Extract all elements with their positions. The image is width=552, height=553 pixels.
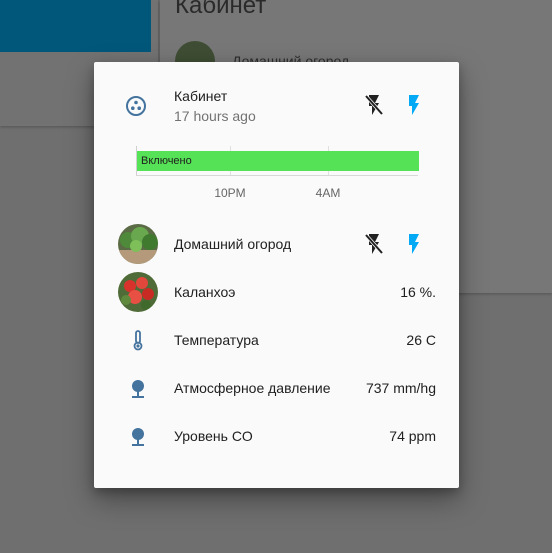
more-info-dialog: Кабинет 17 hours ago Включено 10PM 4AM Д… <box>94 62 459 488</box>
entity-row-garden[interactable]: Домашний огород <box>118 224 436 264</box>
gauge-pin-icon <box>132 428 144 446</box>
entity-value: 26 C <box>406 332 436 348</box>
entity-row-temperature[interactable]: Температура 26 C <box>118 320 436 360</box>
thermometer-icon <box>133 330 143 351</box>
flash-icon[interactable] <box>402 93 426 117</box>
entity-value: 74 ppm <box>389 428 436 444</box>
scatter-dots-icon <box>126 96 146 116</box>
history-state-bar[interactable]: Включено <box>137 151 419 171</box>
entity-name: Домашний огород <box>174 236 292 252</box>
entity-row-co-level[interactable]: Уровень CO 74 ppm <box>118 416 436 456</box>
entity-name: Каланхоэ <box>174 284 236 300</box>
history-tick-label: 4AM <box>315 186 341 200</box>
background-card-header-bar <box>0 0 151 52</box>
gauge-pin-icon <box>132 380 144 398</box>
entity-name: Уровень CO <box>174 428 253 444</box>
last-changed-time: 17 hours ago <box>174 108 256 124</box>
garden-photo <box>118 224 158 264</box>
background-card-title: Кабинет <box>175 0 267 19</box>
entity-name: Температура <box>174 332 259 348</box>
flash-icon[interactable] <box>402 232 426 256</box>
entity-row-kalanchoe[interactable]: Каланхоэ 16 %. <box>118 272 436 312</box>
flash-off-icon[interactable] <box>362 232 386 256</box>
flash-off-icon[interactable] <box>362 93 386 117</box>
entity-row-pressure[interactable]: Атмосферное давление 737 mm/hg <box>118 368 436 408</box>
entity-title: Кабинет <box>174 88 228 104</box>
entity-name: Атмосферное давление <box>174 380 331 396</box>
entity-value: 737 mm/hg <box>365 380 436 396</box>
history-timeline: Включено 10PM 4AM <box>136 146 420 200</box>
history-tick-label: 10PM <box>214 186 246 200</box>
kalanchoe-photo <box>118 272 158 312</box>
entity-value: 16 %. <box>400 284 436 300</box>
history-axis-baseline <box>136 175 418 176</box>
